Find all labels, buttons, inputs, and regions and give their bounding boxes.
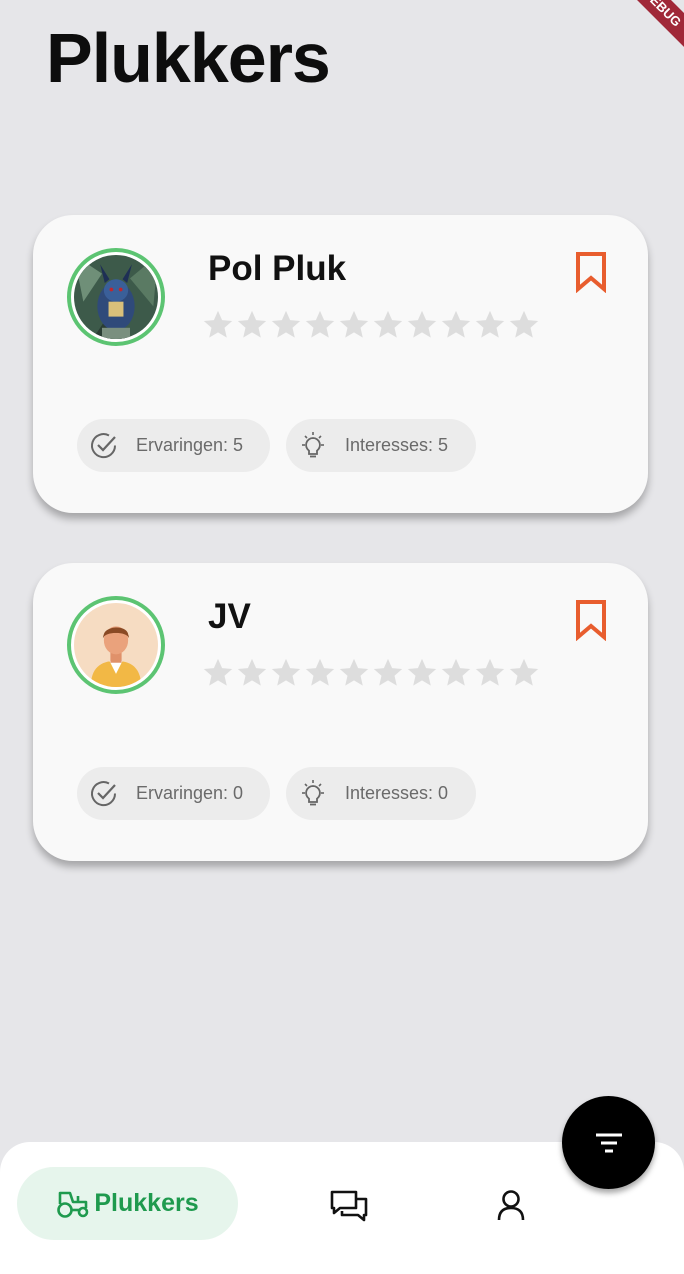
nav-item-plukkers[interactable]: Plukkers (17, 1167, 238, 1240)
star-icon[interactable] (337, 656, 371, 690)
check-circle-icon (91, 780, 117, 806)
check-circle-icon (91, 432, 117, 458)
debug-banner: DEBUG (596, 0, 684, 74)
experiences-chip: Ervaringen: 0 (77, 767, 270, 820)
experiences-label: Ervaringen: 5 (136, 435, 244, 455)
profile-icon[interactable] (497, 1189, 525, 1221)
star-icon[interactable] (439, 308, 473, 342)
star-icon[interactable] (201, 656, 235, 690)
rating-stars[interactable] (201, 656, 541, 690)
star-icon[interactable] (439, 656, 473, 690)
star-icon[interactable] (371, 308, 405, 342)
page-title: Plukkers (46, 19, 331, 97)
picker-name: JV (208, 597, 251, 636)
bookmark-icon[interactable] (574, 251, 608, 293)
interests-label: Interesses: 0 (345, 783, 449, 803)
star-icon[interactable] (473, 656, 507, 690)
star-icon[interactable] (235, 656, 269, 690)
star-icon[interactable] (507, 308, 541, 342)
star-icon[interactable] (507, 656, 541, 690)
picker-name: Pol Pluk (208, 249, 347, 288)
star-icon[interactable] (473, 308, 507, 342)
star-icon[interactable] (303, 308, 337, 342)
star-icon[interactable] (405, 656, 439, 690)
chat-icon[interactable] (330, 1189, 368, 1223)
star-icon[interactable] (269, 656, 303, 690)
picker-card[interactable]: Pol Pluk Ervaringen: 5 Interesses: 5 (33, 215, 648, 513)
experiences-chip: Ervaringen: 5 (77, 419, 270, 472)
avatar (67, 596, 165, 694)
experiences-label: Ervaringen: 0 (136, 783, 244, 803)
star-icon[interactable] (303, 656, 337, 690)
star-icon[interactable] (235, 308, 269, 342)
star-icon[interactable] (201, 308, 235, 342)
star-icon[interactable] (405, 308, 439, 342)
picker-card[interactable]: JV Ervaringen: 0 Interesses: 0 (33, 563, 648, 861)
avatar (67, 248, 165, 346)
lightbulb-icon (302, 431, 324, 457)
interests-chip: Interesses: 0 (286, 767, 476, 820)
star-icon[interactable] (269, 308, 303, 342)
filter-icon (595, 1133, 622, 1152)
filter-button[interactable] (562, 1096, 655, 1189)
bookmark-icon[interactable] (574, 599, 608, 641)
interests-label: Interesses: 5 (345, 435, 449, 455)
rating-stars[interactable] (201, 308, 541, 342)
star-icon[interactable] (371, 656, 405, 690)
star-icon[interactable] (337, 308, 371, 342)
tractor-icon (57, 1191, 89, 1218)
lightbulb-icon (302, 779, 324, 805)
nav-item-label: Plukkers (94, 1189, 199, 1217)
interests-chip: Interesses: 5 (286, 419, 476, 472)
